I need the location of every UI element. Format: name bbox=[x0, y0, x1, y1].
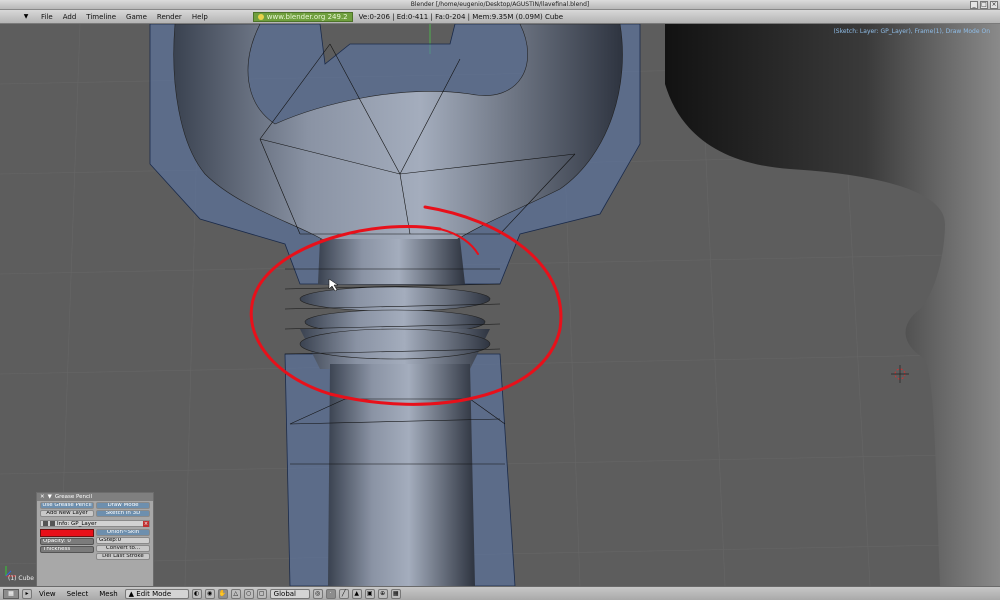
window-title: Blender [/home/eugenio/Desktop/AGUSTIN/l… bbox=[410, 1, 590, 8]
3d-view-header: ▦ ▸ View Select Mesh ▲ Edit Mode ◐ ◉ ✋ △… bbox=[0, 586, 1000, 600]
panel-close-icon[interactable]: ✕ bbox=[40, 494, 45, 500]
right-shaded-object bbox=[665, 24, 1000, 586]
vertex-select-icon[interactable]: · bbox=[325, 588, 336, 599]
menu-game[interactable]: Game bbox=[121, 13, 152, 21]
opacity-slider[interactable]: Opacity: 0 bbox=[40, 538, 94, 545]
gp-layer-row[interactable]: Info: GP_Layer × bbox=[40, 520, 150, 527]
panel-collapse-icon[interactable]: ▼ bbox=[48, 494, 52, 500]
convert-to-button[interactable]: Convert to... bbox=[96, 545, 150, 552]
del-last-stroke-button[interactable]: Del Last Stroke bbox=[96, 553, 150, 560]
menu-select[interactable]: Select bbox=[63, 590, 93, 598]
snap-icon[interactable]: ⊕ bbox=[377, 588, 388, 599]
gp-layer-name[interactable]: Info: GP_Layer bbox=[57, 521, 97, 527]
draw-type-icon[interactable]: ◐ bbox=[191, 588, 202, 599]
translate-icon[interactable]: △ bbox=[230, 588, 241, 599]
layer-icon[interactable]: ◎ bbox=[312, 588, 323, 599]
menu-timeline[interactable]: Timeline bbox=[81, 13, 121, 21]
menu-view[interactable]: View bbox=[35, 590, 60, 598]
scene-stats: Ve:0-206 | Ed:0-411 | Fa:0-204 | Mem:9.3… bbox=[358, 12, 564, 21]
layer-visibility-icon[interactable] bbox=[50, 521, 55, 526]
window-type-icon[interactable]: ▦ bbox=[3, 588, 19, 599]
use-grease-pencil-toggle[interactable]: Use Grease Pencil bbox=[40, 502, 94, 509]
pivot-icon[interactable]: ◉ bbox=[204, 588, 215, 599]
ring-3 bbox=[299, 328, 491, 360]
blender-url-text: www.blender.org 249.2 bbox=[266, 12, 348, 21]
layer-lock-icon[interactable] bbox=[43, 521, 48, 526]
metal-neck bbox=[318, 239, 465, 284]
onion-skin-toggle[interactable]: Onion~Skin bbox=[96, 529, 150, 536]
mode-icon: ▲ bbox=[128, 589, 135, 598]
menu-help[interactable]: Help bbox=[187, 13, 213, 21]
thickness-slider[interactable]: Thickness bbox=[40, 546, 94, 553]
draw-mode-toggle[interactable]: Draw Mode bbox=[96, 502, 150, 509]
grease-pencil-panel: ✕ ▼ Grease Pencil Use Grease Pencil Draw… bbox=[36, 492, 154, 586]
editor-type-icon[interactable]: ▼ bbox=[20, 13, 32, 20]
globe-icon bbox=[257, 13, 264, 20]
mode-label: Edit Mode bbox=[136, 589, 172, 598]
header-collapse-icon[interactable]: ▸ bbox=[22, 588, 32, 599]
face-select-icon[interactable]: ▲ bbox=[351, 588, 362, 599]
edge-select-icon[interactable]: ╱ bbox=[338, 588, 349, 599]
3d-cursor bbox=[891, 365, 909, 383]
info-header: ▼ File Add Timeline Game Render Help www… bbox=[0, 10, 1000, 24]
ring-1 bbox=[299, 286, 491, 312]
occlude-icon[interactable]: ▣ bbox=[364, 588, 375, 599]
object-label: (1) Cube bbox=[8, 575, 34, 582]
menu-add[interactable]: Add bbox=[58, 13, 82, 21]
scale-icon[interactable]: ▢ bbox=[256, 588, 267, 599]
menu-render[interactable]: Render bbox=[152, 13, 187, 21]
manipulator-hand-icon[interactable]: ✋ bbox=[217, 588, 228, 599]
grease-pencil-header[interactable]: ✕ ▼ Grease Pencil bbox=[37, 493, 153, 501]
menu-file[interactable]: File bbox=[36, 13, 58, 21]
rotate-icon[interactable]: ○ bbox=[243, 588, 254, 599]
stroke-color-swatch[interactable] bbox=[40, 529, 94, 537]
delete-layer-icon[interactable]: × bbox=[143, 520, 149, 527]
render-preview-icon[interactable]: ▦ bbox=[390, 588, 401, 599]
window-titlebar: Blender [/home/eugenio/Desktop/AGUSTIN/l… bbox=[0, 0, 1000, 10]
window-controls: _ □ × bbox=[970, 1, 998, 9]
add-new-layer-button[interactable]: Add New Layer bbox=[40, 510, 94, 517]
gstep-field[interactable]: GStep:0 bbox=[96, 537, 150, 544]
sketch-in-3d-toggle[interactable]: Sketch in 3D bbox=[96, 510, 150, 517]
blender-url-badge[interactable]: www.blender.org 249.2 bbox=[252, 11, 353, 22]
menu-mesh[interactable]: Mesh bbox=[95, 590, 121, 598]
viewport-info-text: (Sketch: Layer: GP_Layer), Frame(1), Dra… bbox=[833, 28, 990, 35]
mode-selector[interactable]: ▲ Edit Mode bbox=[124, 588, 189, 599]
3d-viewport[interactable]: (Sketch: Layer: GP_Layer), Frame(1), Dra… bbox=[0, 24, 1000, 586]
maximize-button[interactable]: □ bbox=[980, 1, 988, 9]
orientation-selector[interactable]: Global bbox=[269, 588, 310, 599]
close-button[interactable]: × bbox=[990, 1, 998, 9]
minimize-button[interactable]: _ bbox=[970, 1, 978, 9]
grease-pencil-title: Grease Pencil bbox=[54, 494, 93, 500]
